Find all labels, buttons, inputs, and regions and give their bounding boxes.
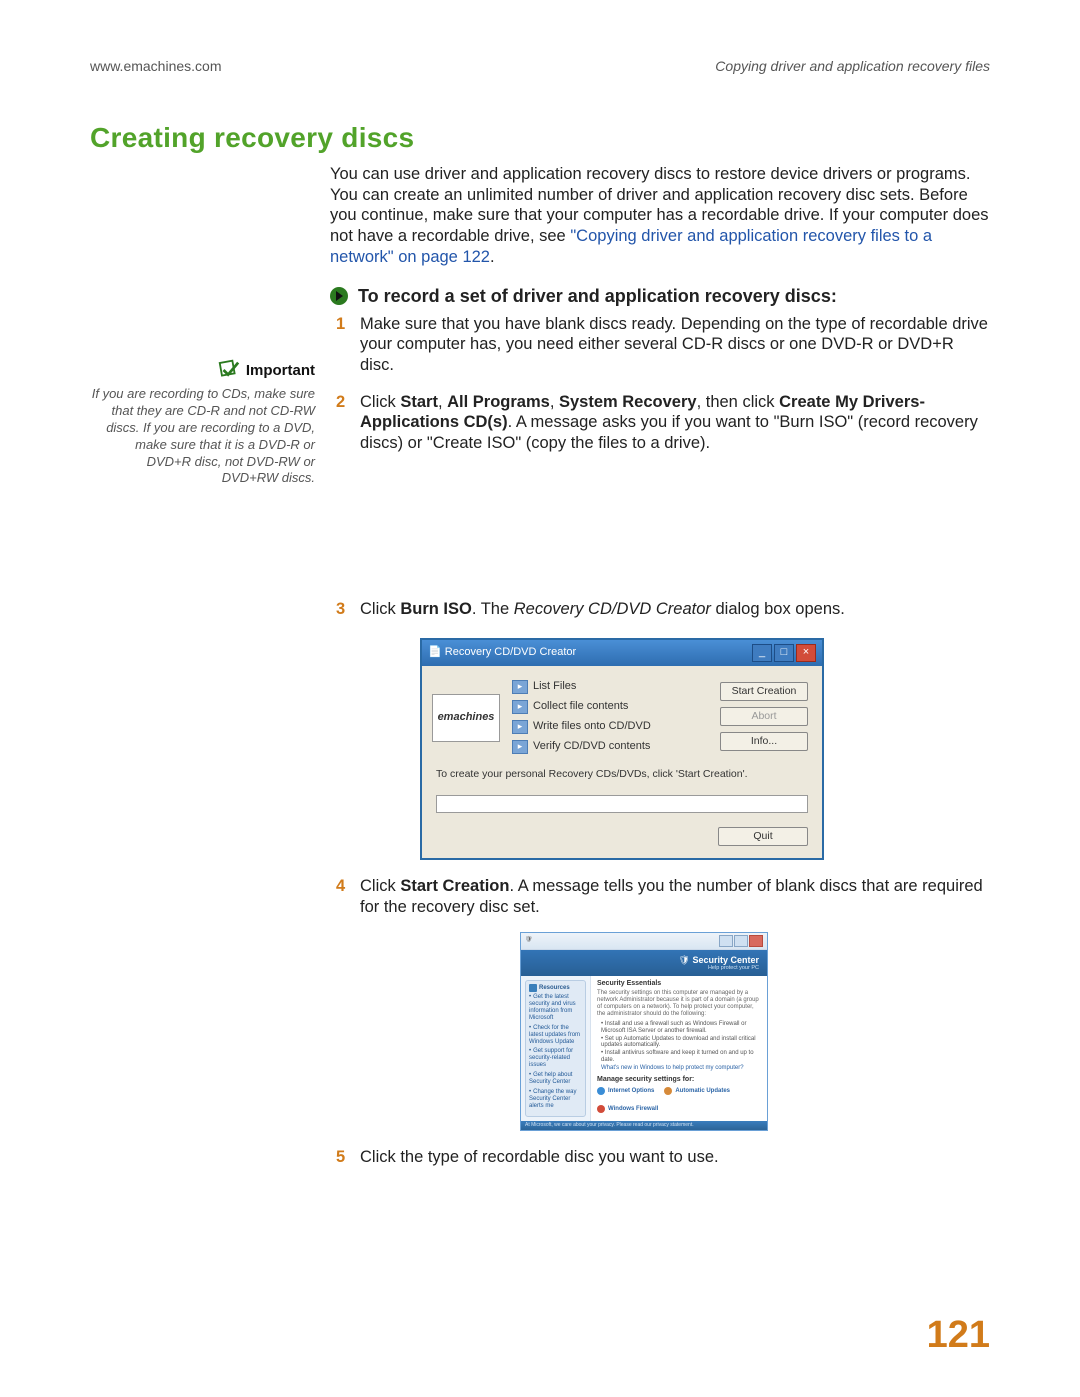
running-header: www.emachines.com Copying driver and app… — [90, 58, 990, 74]
emachines-logo: emachines — [432, 694, 500, 742]
sidebar-link[interactable]: •Check for the latest updates from Windo… — [529, 1025, 582, 1046]
important-label: Important — [246, 362, 315, 379]
close-icon[interactable] — [749, 935, 763, 947]
important-note: Important If you are recording to CDs, m… — [90, 359, 315, 487]
progress-bar — [436, 795, 808, 813]
instruction-heading: To record a set of driver and applicatio… — [358, 285, 837, 308]
start-creation-button[interactable]: Start Creation — [720, 682, 808, 701]
dialog-titlebar: 📄 Recovery CD/DVD Creator _ □ × — [422, 640, 822, 666]
page-number: 121 — [927, 1314, 990, 1357]
quit-button[interactable]: Quit — [718, 827, 808, 846]
step-2: 2 Click Start, All Programs, System Reco… — [360, 392, 990, 584]
step-3: 3 Click Burn ISO. The Recovery CD/DVD Cr… — [360, 599, 990, 860]
close-icon[interactable]: × — [796, 644, 816, 662]
sidebar-link[interactable]: •Get support for security-related issues — [529, 1048, 582, 1069]
updates-icon — [664, 1087, 672, 1095]
window-title-icon: 🛡 — [525, 937, 533, 944]
windows-firewall-link[interactable]: Windows Firewall — [597, 1105, 658, 1113]
header-section: Copying driver and application recovery … — [715, 58, 990, 74]
sidebar-link[interactable]: •Get help about Security Center — [529, 1072, 582, 1086]
sidebar-link[interactable]: •Get the latest security and virus infor… — [529, 994, 582, 1022]
step-arrow-icon: ▸ — [512, 700, 528, 714]
step-1: 1 Make sure that you have blank discs re… — [360, 314, 990, 376]
intro-paragraph: You can use driver and application recov… — [330, 164, 990, 267]
internet-options-link[interactable]: Internet Options — [597, 1087, 654, 1095]
security-center-window: 🛡 🛡 Security Center Help protect your PC — [520, 932, 768, 1132]
step-arrow-icon: ▸ — [512, 720, 528, 734]
minimize-icon[interactable] — [719, 935, 733, 947]
header-url: www.emachines.com — [90, 58, 222, 74]
dialog-footer: At Microsoft, we care about your privacy… — [521, 1121, 767, 1131]
info-button[interactable]: Info... — [720, 732, 808, 751]
dialog-hint-text: To create your personal Recovery CDs/DVD… — [422, 766, 822, 787]
automatic-updates-link[interactable]: Automatic Updates — [664, 1087, 730, 1095]
firewall-icon — [597, 1105, 605, 1113]
recovery-creator-dialog: 📄 Recovery CD/DVD Creator _ □ × emachine… — [420, 638, 824, 860]
security-center-banner: 🛡 Security Center Help protect your PC — [521, 950, 767, 977]
page-title: Creating recovery discs — [90, 122, 990, 154]
maximize-icon[interactable] — [734, 935, 748, 947]
shield-icon — [529, 984, 537, 992]
minimize-icon[interactable]: _ — [752, 644, 772, 662]
sidebar-link[interactable]: •Change the way Security Center alerts m… — [529, 1089, 582, 1110]
step-arrow-icon: ▸ — [512, 740, 528, 754]
step-4: 4 Click Start Creation. A message tells … — [360, 876, 990, 1131]
important-check-icon — [218, 359, 240, 381]
abort-button[interactable]: Abort — [720, 707, 808, 726]
globe-icon — [597, 1087, 605, 1095]
step-arrow-icon: ▸ — [512, 680, 528, 694]
important-text: If you are recording to CDs, make sure t… — [90, 386, 315, 487]
play-arrow-icon — [330, 287, 348, 305]
security-essentials-heading: Security Essentials — [597, 980, 761, 988]
maximize-icon[interactable]: □ — [774, 644, 794, 662]
step-5: 5 Click the type of recordable disc you … — [360, 1147, 990, 1168]
resources-sidebar: Resources •Get the latest security and v… — [521, 976, 591, 1120]
whats-new-link[interactable]: What's new in Windows to help protect my… — [601, 1065, 761, 1072]
